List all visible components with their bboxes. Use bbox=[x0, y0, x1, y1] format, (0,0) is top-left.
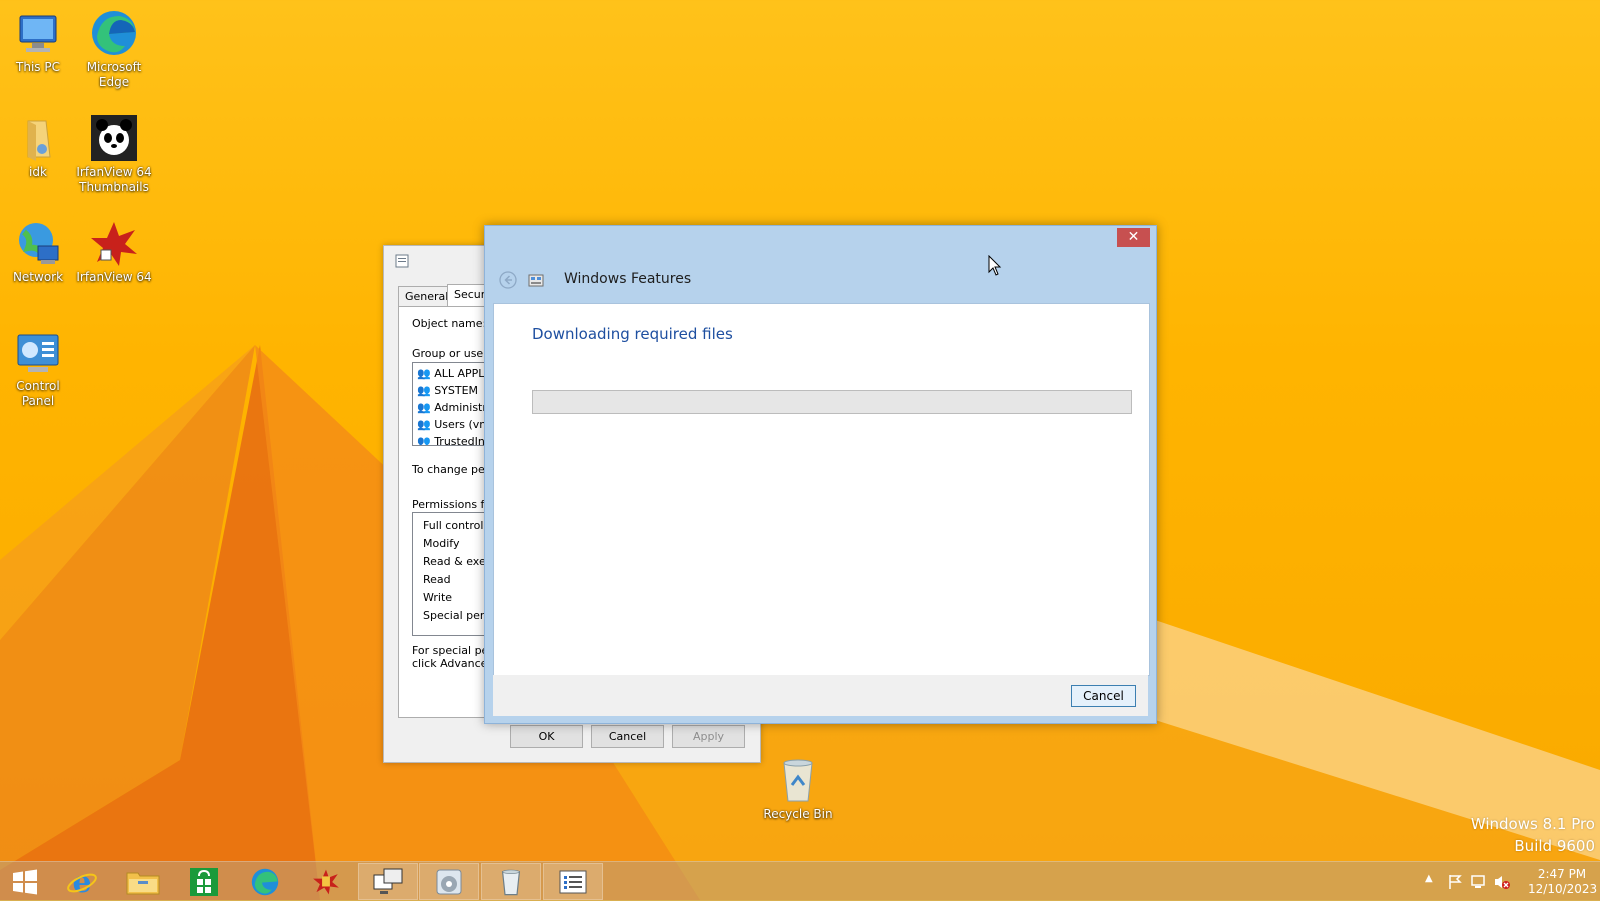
desktop-icon-edge[interactable]: Microsoft Edge bbox=[76, 8, 152, 90]
cancel-button[interactable]: Cancel bbox=[591, 725, 664, 748]
network-status-icon[interactable] bbox=[1470, 874, 1486, 890]
list-item: Read bbox=[423, 573, 451, 586]
taskbar-remote-desktop[interactable] bbox=[358, 863, 418, 900]
desktop-icon-label: IrfanView 64 Thumbnails bbox=[76, 165, 152, 194]
properties-window-icon bbox=[395, 254, 409, 268]
user-group-icon: 👥 bbox=[417, 401, 431, 414]
desktop-icon-label: Network bbox=[12, 270, 64, 284]
cancel-button[interactable]: Cancel bbox=[1071, 685, 1136, 707]
object-name-label: Object name: bbox=[412, 317, 487, 330]
network-icon bbox=[19, 223, 59, 264]
special-permissions-text-2: click Advanced bbox=[412, 657, 495, 670]
irfanview-thumbnails-icon bbox=[91, 115, 137, 161]
desktop-icon-label: This PC bbox=[16, 60, 60, 74]
apply-button[interactable]: Apply bbox=[672, 725, 745, 748]
volume-muted-icon[interactable] bbox=[1493, 874, 1511, 890]
close-button[interactable]: ✕ bbox=[1117, 228, 1150, 247]
file-explorer-icon bbox=[126, 872, 160, 894]
internet-explorer-icon: e bbox=[67, 866, 97, 898]
desktop-icon-irfanview-thumbnails[interactable]: IrfanView 64 Thumbnails bbox=[76, 113, 152, 195]
status-heading: Downloading required files bbox=[532, 325, 733, 343]
desktop-icon-label: idk bbox=[29, 165, 47, 179]
dialog-footer: Cancel bbox=[493, 675, 1148, 716]
download-progress-bar bbox=[532, 390, 1132, 414]
ok-button[interactable]: OK bbox=[510, 725, 583, 748]
recycle-bin-icon bbox=[783, 759, 813, 802]
edge-icon bbox=[92, 11, 136, 55]
svg-text:e: e bbox=[72, 866, 91, 898]
control-panel-icon bbox=[17, 334, 59, 372]
user-group-icon: 👥 bbox=[417, 384, 431, 397]
list-item: Write bbox=[423, 591, 453, 604]
task-list-icon bbox=[559, 870, 587, 893]
close-icon: ✕ bbox=[1127, 229, 1140, 245]
list-item[interactable]: 👥 TrustedIns bbox=[417, 433, 491, 445]
media-player-icon bbox=[436, 869, 462, 894]
taskbar-edge[interactable] bbox=[235, 863, 295, 900]
desktop-icon-recycle-bin[interactable]: Recycle Bin bbox=[760, 755, 836, 822]
taskbar-store[interactable] bbox=[174, 863, 234, 900]
list-item-label: TrustedIns bbox=[434, 435, 491, 445]
user-group-icon: 👥 bbox=[417, 418, 431, 431]
desktop-icon-label: Control Panel bbox=[16, 379, 60, 408]
irfanview-icon bbox=[91, 222, 137, 266]
list-item[interactable]: 👥 Administra bbox=[417, 399, 494, 416]
desktop-icon-irfanview[interactable]: IrfanView 64 bbox=[76, 220, 152, 285]
edition-text: Windows 8.1 Pro bbox=[1470, 815, 1595, 833]
edge-icon bbox=[251, 868, 279, 895]
action-center-flag-icon[interactable] bbox=[1447, 874, 1463, 890]
list-item: Modify bbox=[423, 537, 460, 550]
irfanview-icon bbox=[313, 869, 339, 894]
recycle-bin-icon bbox=[501, 869, 521, 895]
list-item[interactable]: 👥 SYSTEM bbox=[417, 382, 478, 399]
windows-edition-watermark: Windows 8.1 Pro Build 9600 bbox=[1471, 815, 1595, 855]
list-item[interactable]: 👥 Users (vm bbox=[417, 416, 490, 433]
clock-time: 2:47 PM bbox=[1537, 867, 1587, 881]
desktop-icon-this-pc[interactable]: This PC bbox=[0, 10, 76, 75]
list-item: Read & exec bbox=[423, 555, 492, 568]
folder-icon bbox=[27, 120, 51, 161]
taskbar-internet-explorer[interactable]: e bbox=[52, 863, 112, 900]
user-group-icon: 👥 bbox=[417, 435, 431, 445]
list-item-label: ALL APPL bbox=[434, 367, 485, 380]
taskbar-media-player[interactable] bbox=[419, 863, 479, 900]
system-tray: ▲ bbox=[1425, 862, 1525, 901]
store-icon bbox=[190, 867, 218, 896]
desktop-icon-label: Microsoft Edge bbox=[86, 60, 142, 89]
start-button[interactable] bbox=[0, 863, 50, 900]
this-pc-icon bbox=[19, 15, 57, 52]
taskbar: e ▲ 2:47 PM 12/10/2023 bbox=[0, 861, 1600, 901]
list-item: Full control bbox=[423, 519, 484, 532]
taskbar-task-list[interactable] bbox=[543, 863, 603, 900]
clock-date: 12/10/2023 bbox=[1528, 882, 1598, 896]
taskbar-recycle-bin[interactable] bbox=[481, 863, 541, 900]
windows-logo-icon bbox=[13, 869, 37, 894]
list-item[interactable]: 👥 ALL APPL bbox=[417, 365, 484, 382]
windows-features-icon bbox=[528, 274, 544, 287]
dialog-title: Windows Features bbox=[564, 271, 692, 287]
desktop-icon-idk[interactable]: idk bbox=[0, 115, 76, 180]
remote-desktop-icon bbox=[373, 868, 403, 894]
list-item-label: Users (vm bbox=[434, 418, 491, 431]
desktop-icon-control-panel[interactable]: Control Panel bbox=[0, 333, 76, 409]
show-hidden-icons-icon[interactable]: ▲ bbox=[1425, 873, 1433, 884]
mouse-cursor-icon bbox=[988, 255, 1002, 276]
taskbar-file-explorer[interactable] bbox=[113, 863, 173, 900]
clock[interactable]: 2:47 PM 12/10/2023 bbox=[1528, 862, 1598, 901]
windows-features-dialog: ✕ Windows Features Downloading required … bbox=[484, 225, 1157, 724]
desktop-icon-network[interactable]: Network bbox=[0, 220, 76, 285]
back-arrow-icon[interactable] bbox=[499, 271, 517, 289]
user-group-icon: 👥 bbox=[417, 367, 431, 380]
desktop-icon-label: Recycle Bin bbox=[763, 807, 833, 821]
dialog-content: Downloading required files bbox=[493, 303, 1150, 676]
desktop-icon-label: IrfanView 64 bbox=[76, 270, 152, 284]
taskbar-irfanview[interactable] bbox=[296, 863, 356, 900]
build-text: Build 9600 bbox=[1514, 837, 1595, 855]
list-item-label: SYSTEM bbox=[434, 384, 479, 397]
